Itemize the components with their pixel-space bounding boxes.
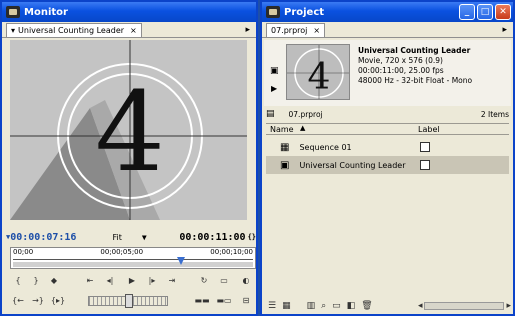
export-frame-icon[interactable]: ⊟ <box>238 294 254 307</box>
name-column-header[interactable]: Name <box>270 125 294 134</box>
clip-thumbnail: 4 <box>286 44 350 100</box>
project-file-icon: ▤ <box>266 109 275 119</box>
monitor-title: Monitor <box>24 6 68 18</box>
duration-timecode: 00:00:11:00 <box>179 231 246 243</box>
go-to-previous-marker-icon[interactable]: {← <box>10 294 26 307</box>
step-forward-icon[interactable]: |▸ <box>144 274 160 287</box>
panel-menu-icon[interactable]: ▸ <box>245 25 250 35</box>
close-tab-icon[interactable]: × <box>130 26 137 35</box>
clip-meta: Universal Counting Leader Movie, 720 x 5… <box>358 46 508 86</box>
project-window: Project _ □ ✕ 07.prproj × ▸ ▣ ▶ 4 Univer… <box>260 0 515 316</box>
time-ruler[interactable]: 00;00 00;00;05;00 00;00;10;00 <box>10 247 256 269</box>
safe-margins-icon[interactable]: ▭ <box>216 274 232 287</box>
monitor-tab-label: Universal Counting Leader <box>18 26 125 35</box>
clip-info-panel: ▣ ▶ 4 Universal Counting Leader Movie, 7… <box>264 40 511 106</box>
film-clip-icon: ▣ <box>280 159 290 171</box>
monitor-titlebar[interactable]: Monitor <box>2 2 256 22</box>
transport-controls: { } ◆ ⇤ ◂| ▶ |▸ ⇥ ↻ ▭ ◐ {← →} {▸} ▬▬ ▬▭ … <box>10 272 258 312</box>
scroll-right-icon[interactable]: ▸ <box>506 301 511 311</box>
item-name: Universal Counting Leader <box>299 160 406 170</box>
shuttle-handle[interactable] <box>125 294 133 308</box>
timecode-row: ▼ 00:00:07:16 Fit ▼ 00:00:11:00 {} <box>6 230 256 244</box>
clip-duration: 00:00:11:00, 25.00 fps <box>358 66 444 75</box>
project-tab-row: 07.prproj × ▸ <box>262 22 513 38</box>
set-marker-icon[interactable]: ◆ <box>46 274 62 287</box>
step-back-icon[interactable]: ◂| <box>102 274 118 287</box>
label-color-swatch[interactable] <box>420 160 430 170</box>
clear-icon[interactable]: 🗑 <box>361 301 372 311</box>
clip-type: Movie, 720 x 576 (0.9) <box>358 56 443 65</box>
video-preview: 4 <box>10 40 247 220</box>
label-color-swatch[interactable] <box>420 142 430 152</box>
clip-name: Universal Counting Leader <box>358 46 471 55</box>
play-icon[interactable]: ▶ <box>124 274 140 287</box>
sort-ascending-icon: ▲ <box>300 124 306 132</box>
list-item[interactable]: ▣ Universal Counting Leader <box>266 156 509 174</box>
ruler-end-label: 00;00;10;00 <box>210 248 253 256</box>
monitor-window: Monitor ▾ Universal Counting Leader × ▸ … <box>0 0 258 316</box>
monitor-app-icon <box>6 6 20 18</box>
ruler-mid-label: 00;00;05;00 <box>100 248 144 256</box>
clip-audio: 48000 Hz - 32-bit Float - Mono <box>358 76 473 85</box>
tab-menu-icon[interactable]: ▾ <box>11 26 15 35</box>
project-tab-label: 07.prproj <box>271 26 308 35</box>
countdown-digit: 4 <box>95 68 165 196</box>
project-tab[interactable]: 07.prproj × <box>266 23 326 37</box>
set-out-point-icon[interactable]: } <box>28 274 44 287</box>
list-item[interactable]: ▦ Sequence 01 <box>266 138 509 156</box>
overlay-icon[interactable]: ▬▭ <box>216 294 232 307</box>
play-preview-icon[interactable]: ▶ <box>271 84 277 93</box>
panel-menu-icon[interactable]: ▸ <box>502 25 507 35</box>
project-toolbar: ☰ ▦ ▥ ⌕ ▭ ◧ 🗑 ◂ ▸ <box>264 298 511 314</box>
project-title: Project <box>284 6 325 18</box>
list-header: Name ▲ Label <box>266 123 509 135</box>
go-to-next-marker-icon[interactable]: →} <box>30 294 46 307</box>
scroll-left-icon[interactable]: ◂ <box>418 301 423 311</box>
poster-frame-icon[interactable]: ▣ <box>270 66 279 76</box>
sequence-icon: ▦ <box>280 141 290 153</box>
go-to-out-icon[interactable]: ⇥ <box>164 274 180 287</box>
output-icon[interactable]: ◐ <box>238 274 254 287</box>
play-in-to-out-icon[interactable]: {▸} <box>50 294 66 307</box>
trim-icon[interactable]: {} <box>248 233 256 241</box>
countdown-frame: 4 <box>10 40 247 220</box>
horizontal-scrollbar[interactable] <box>424 302 505 310</box>
shuttle-slider[interactable] <box>88 294 168 308</box>
list-view-icon[interactable]: ☰ <box>268 301 276 311</box>
set-in-point-icon[interactable]: { <box>10 274 26 287</box>
minimize-button[interactable]: _ <box>459 4 475 20</box>
icon-view-icon[interactable]: ▦ <box>282 301 291 311</box>
find-icon[interactable]: ⌕ <box>321 301 326 311</box>
ruler-start-label: 00;00 <box>13 248 34 256</box>
insert-icon[interactable]: ▬▬ <box>194 294 210 307</box>
monitor-tab[interactable]: ▾ Universal Counting Leader × <box>6 23 142 37</box>
automate-to-sequence-icon[interactable]: ▥ <box>307 301 316 311</box>
close-button[interactable]: ✕ <box>495 4 511 20</box>
current-timecode[interactable]: 00:00:07:16 <box>10 232 76 243</box>
item-name: Sequence 01 <box>299 142 352 152</box>
project-file-row: ▤ 07.prproj 2 Items <box>266 108 509 120</box>
project-titlebar[interactable]: Project _ □ ✕ <box>262 2 513 22</box>
item-count: 2 Items <box>480 109 509 119</box>
label-column-header[interactable]: Label <box>418 125 440 134</box>
new-bin-icon[interactable]: ▭ <box>332 301 341 311</box>
zoom-dropdown-icon[interactable]: ▼ <box>142 233 147 242</box>
thumbnail-digit: 4 <box>308 57 331 98</box>
close-tab-icon[interactable]: × <box>313 26 320 35</box>
loop-icon[interactable]: ↻ <box>196 274 212 287</box>
maximize-button[interactable]: □ <box>477 4 493 20</box>
zoom-select[interactable]: Fit <box>112 233 121 242</box>
go-to-in-icon[interactable]: ⇤ <box>82 274 98 287</box>
new-item-icon[interactable]: ◧ <box>347 301 356 311</box>
monitor-tab-row: ▾ Universal Counting Leader × ▸ <box>2 22 256 38</box>
project-app-icon <box>266 6 280 18</box>
project-file-name: 07.prproj <box>288 109 323 119</box>
